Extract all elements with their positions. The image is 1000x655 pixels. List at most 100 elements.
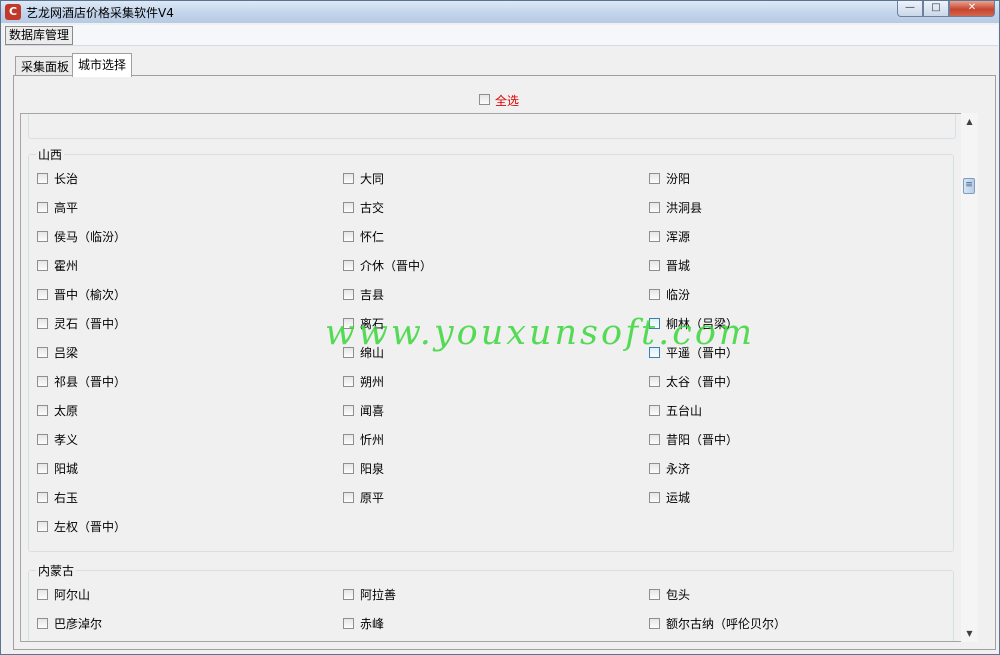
city-label: 高平	[54, 201, 79, 215]
city-label: 阿拉善	[360, 588, 397, 602]
menu-database[interactable]: 数据库管理	[5, 26, 74, 45]
window-title: 艺龙网酒店价格采集软件V4	[26, 6, 174, 20]
main-window: C 艺龙网酒店价格采集软件V4 — □ ✕ 数据库管理 采集面板 城市选择 全选…	[0, 0, 1000, 655]
checkbox-box[interactable]	[343, 289, 354, 300]
checkbox-box[interactable]	[649, 347, 660, 358]
checkbox-box[interactable]	[343, 434, 354, 445]
city-label: 孝义	[54, 433, 79, 447]
checkbox-box[interactable]	[37, 492, 48, 503]
city-label: 原平	[360, 491, 385, 505]
checkbox-box[interactable]	[343, 492, 354, 503]
checkbox-box[interactable]	[649, 463, 660, 474]
checkbox-box[interactable]	[649, 318, 660, 329]
city-label: 忻州	[360, 433, 385, 447]
group-title: 内蒙古	[36, 562, 77, 579]
scroll-down-arrow-icon[interactable]: ▼	[961, 625, 978, 642]
checkbox-box[interactable]	[37, 618, 48, 629]
city-label: 侯马（临汾）	[54, 230, 127, 244]
city-label: 吕梁	[54, 346, 79, 360]
checkbox-box[interactable]	[37, 405, 48, 416]
city-label: 洪洞县	[666, 201, 703, 215]
app-logo-icon[interactable]: C	[5, 4, 21, 20]
city-label: 晋中（榆次）	[54, 288, 127, 302]
menu-bar: 数据库管理	[4, 25, 998, 46]
checkbox-box[interactable]	[37, 173, 48, 184]
checkbox-box[interactable]	[37, 589, 48, 600]
city-label: 绵山	[360, 346, 385, 360]
city-label: 临汾	[666, 288, 691, 302]
checkbox-box[interactable]	[37, 289, 48, 300]
vertical-scrollbar[interactable]: ▲ ≡ ▼	[961, 113, 978, 642]
checkbox-box[interactable]	[343, 463, 354, 474]
scroll-thumb[interactable]: ≡	[963, 178, 975, 194]
city-label: 赤峰	[360, 617, 385, 631]
city-label: 离石	[360, 317, 385, 331]
city-label: 包头	[666, 588, 691, 602]
city-label: 太谷（晋中）	[666, 375, 739, 389]
tab-city-select[interactable]: 城市选择	[72, 53, 133, 77]
city-label: 晋城	[666, 259, 691, 273]
checkbox-box[interactable]	[343, 589, 354, 600]
city-label: 巴彦淖尔	[54, 617, 103, 631]
checkbox-box[interactable]	[37, 434, 48, 445]
checkbox-box[interactable]	[343, 318, 354, 329]
checkbox-box[interactable]	[343, 202, 354, 213]
checkbox-box[interactable]	[649, 173, 660, 184]
checkbox-box[interactable]	[649, 231, 660, 242]
previous-group-box	[28, 114, 956, 139]
city-label: 闻喜	[360, 404, 385, 418]
city-label: 五台山	[666, 404, 703, 418]
group-neimenggu: 内蒙古 阿尔山 阿拉善 包头巴彦淖尔 赤峰 额尔古纳（呼伦贝尔）	[28, 562, 954, 641]
city-label: 介休（晋中）	[360, 259, 433, 273]
title-bar[interactable]: C 艺龙网酒店价格采集软件V4 — □ ✕	[1, 1, 999, 23]
checkbox-box[interactable]	[649, 434, 660, 445]
close-button[interactable]: ✕	[949, 1, 995, 17]
checkbox-box[interactable]	[649, 492, 660, 503]
city-label: 左权（晋中）	[54, 520, 127, 534]
checkbox-box[interactable]	[37, 231, 48, 242]
city-label: 永济	[666, 462, 691, 476]
city-list-area[interactable]: 山西 长治 大同 汾阳 高平 古交 洪洞县 侯马（临汾） 怀仁 浑源 霍州 介休（晋中） 晋城 晋中（榆…	[20, 113, 978, 642]
checkbox-box[interactable]	[649, 618, 660, 629]
city-label: 朔州	[360, 375, 385, 389]
checkbox-box[interactable]	[343, 231, 354, 242]
city-label: 阳泉	[360, 462, 385, 476]
checkbox-box[interactable]	[649, 405, 660, 416]
checkbox-box[interactable]	[649, 376, 660, 387]
city-label: 霍州	[54, 259, 79, 273]
select-all-label: 全选	[495, 94, 520, 108]
city-label: 吉县	[360, 288, 385, 302]
checkbox-box[interactable]	[37, 521, 48, 532]
select-all-box[interactable]	[479, 94, 490, 105]
checkbox-box[interactable]	[37, 260, 48, 271]
checkbox-box[interactable]	[343, 173, 354, 184]
city-label: 灵石（晋中）	[54, 317, 127, 331]
checkbox-box[interactable]	[37, 347, 48, 358]
checkbox-box[interactable]	[37, 202, 48, 213]
checkbox-box[interactable]	[37, 318, 48, 329]
city-label: 运城	[666, 491, 691, 505]
checkbox-box[interactable]	[343, 376, 354, 387]
tab-collect-panel[interactable]: 采集面板	[15, 56, 76, 77]
city-label: 阿尔山	[54, 588, 91, 602]
checkbox-box[interactable]	[649, 202, 660, 213]
checkbox-box[interactable]	[649, 589, 660, 600]
scroll-up-arrow-icon[interactable]: ▲	[961, 113, 978, 130]
maximize-button[interactable]: □	[923, 1, 949, 17]
city-label: 阳城	[54, 462, 79, 476]
city-label: 柳林（吕梁）	[666, 317, 739, 331]
city-label: 额尔古纳（呼伦贝尔）	[666, 617, 787, 631]
checkbox-box[interactable]	[343, 405, 354, 416]
checkbox-box[interactable]	[37, 463, 48, 474]
city-label: 大同	[360, 172, 385, 186]
checkbox-box[interactable]	[343, 347, 354, 358]
city-label: 怀仁	[360, 230, 385, 244]
checkbox-box[interactable]	[343, 260, 354, 271]
group-title: 山西	[36, 146, 65, 163]
minimize-button[interactable]: —	[897, 1, 923, 17]
checkbox-box[interactable]	[649, 260, 660, 271]
checkbox-box[interactable]	[37, 376, 48, 387]
group-shanxi: 山西 长治 大同 汾阳 高平 古交 洪洞县 侯马（临汾） 怀仁 浑源 霍州 介休（晋中） 晋城 晋中（榆…	[28, 146, 954, 552]
checkbox-box[interactable]	[649, 289, 660, 300]
checkbox-box[interactable]	[343, 618, 354, 629]
